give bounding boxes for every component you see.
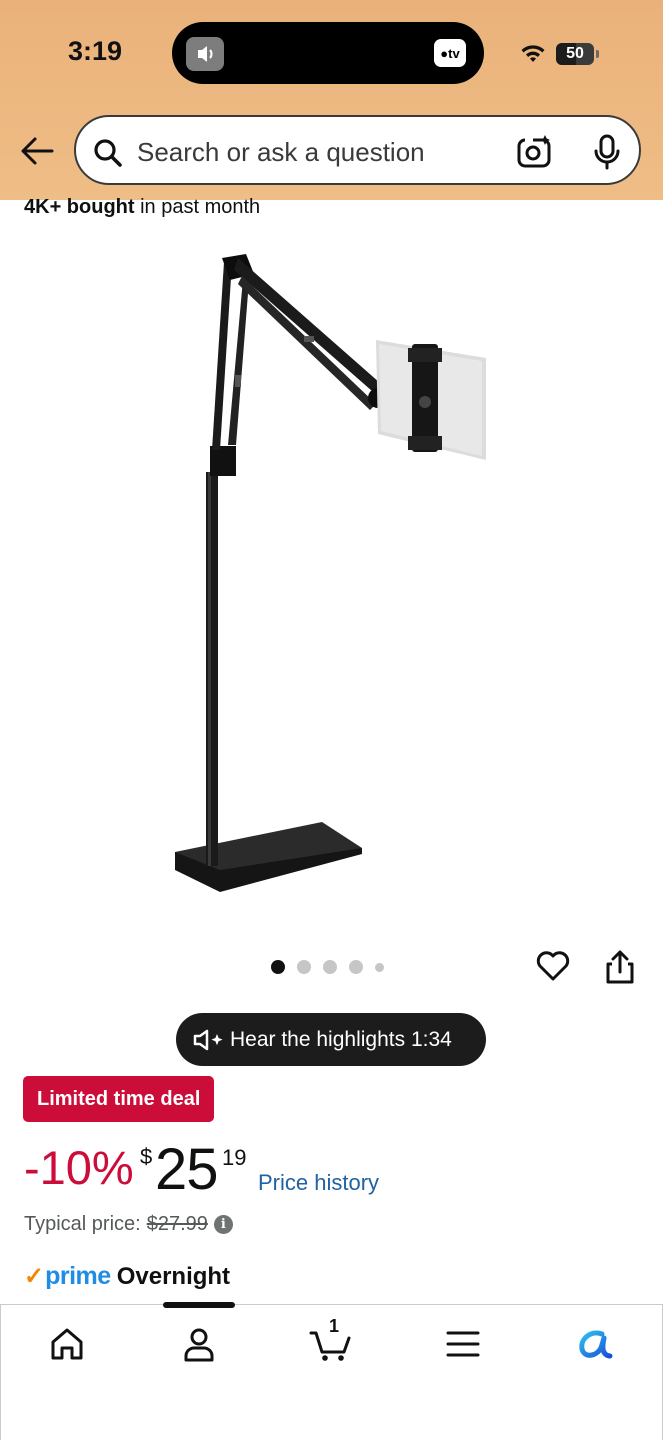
nav-rufus[interactable] (570, 1322, 620, 1366)
header: 3:19 ● tv 50 Search or ask a question (0, 0, 663, 200)
image-carousel-dots[interactable] (271, 960, 384, 974)
status-time: 3:19 (68, 36, 123, 66)
discount-percent: -10% (24, 1141, 134, 1194)
typical-price: Typical price: $27.99 i (24, 1213, 233, 1236)
wifi-icon (521, 45, 545, 62)
heart-icon[interactable] (535, 948, 571, 984)
carousel-dot[interactable] (349, 960, 363, 974)
price-history-link[interactable]: Price history (258, 1170, 379, 1196)
camera-lens-icon[interactable] (516, 133, 554, 171)
prime-check-icon: ✓ (24, 1263, 45, 1290)
product-image[interactable] (150, 240, 510, 910)
back-arrow-icon[interactable] (20, 136, 54, 166)
nav-active-indicator (163, 1302, 235, 1308)
carousel-dot[interactable] (323, 960, 337, 974)
menu-icon (446, 1331, 480, 1357)
price-whole: 25 (155, 1137, 219, 1202)
carousel-dot[interactable] (375, 962, 384, 972)
rufus-assistant-icon (579, 1330, 613, 1359)
home-icon (51, 1328, 83, 1360)
typical-price-label: Typical price: (24, 1213, 141, 1235)
nav-account[interactable] (174, 1322, 224, 1366)
search-input[interactable]: Search or ask a question (137, 137, 425, 168)
account-icon (184, 1328, 214, 1362)
search-bar[interactable]: Search or ask a question (74, 115, 641, 185)
dynamic-island: ● tv (172, 22, 484, 84)
carousel-dot[interactable] (271, 960, 285, 974)
info-icon[interactable]: i (213, 1215, 233, 1234)
nav-home[interactable] (42, 1322, 92, 1366)
delivery-speed: Overnight (116, 1263, 231, 1290)
price-fraction: 19 (222, 1145, 247, 1170)
price-currency: $ (140, 1144, 153, 1169)
limited-deal-badge: Limited time deal (23, 1076, 215, 1122)
hear-highlights-button[interactable]: Hear the highlights 1:34 (176, 1013, 486, 1066)
carousel-dot[interactable] (297, 960, 311, 974)
prime-logo: prime (45, 1262, 111, 1290)
apple-tv-icon: ● tv (434, 39, 466, 67)
share-icon[interactable] (604, 948, 636, 986)
nav-cart[interactable]: 1 (306, 1316, 356, 1366)
search-icon (94, 139, 122, 167)
purchase-count: 4K+ bought in past month (24, 196, 261, 218)
cart-count: 1 (329, 1316, 340, 1336)
microphone-icon[interactable] (592, 133, 622, 171)
nav-menu[interactable] (438, 1322, 488, 1366)
speaker-sparkle-icon (193, 1029, 223, 1050)
hear-highlights-label: Hear the highlights 1:34 (230, 1027, 452, 1051)
typical-price-value: $27.99 (146, 1213, 208, 1235)
speaker-icon (186, 37, 224, 71)
battery-indicator: 50 (556, 43, 594, 65)
battery-tip (596, 50, 599, 58)
prime-delivery: ✓ prime Overnight (24, 1262, 230, 1291)
